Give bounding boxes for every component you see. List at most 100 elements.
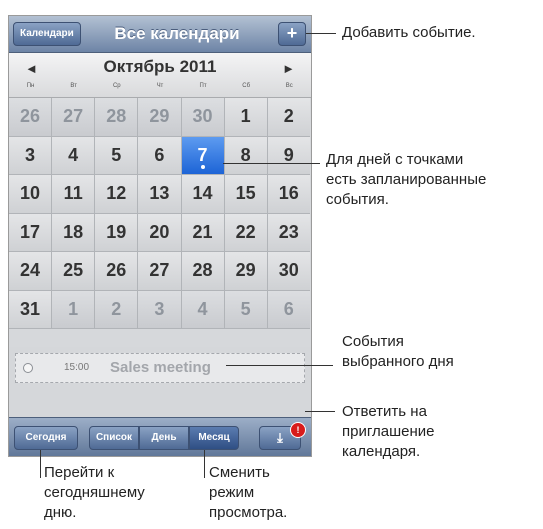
calendar-day-number: 18 — [63, 221, 84, 242]
calendar-day[interactable]: 31 — [9, 290, 53, 329]
calendar-day[interactable]: 28 — [95, 98, 139, 137]
calendar-day[interactable]: 2 — [95, 290, 139, 329]
calendar-day[interactable]: 28 — [181, 252, 225, 291]
callout-add-event: Добавить событие. — [342, 23, 476, 43]
day-view-button[interactable]: День — [139, 426, 189, 450]
calendar-day[interactable]: 18 — [52, 213, 96, 252]
calendar-day-number: 3 — [154, 298, 165, 319]
calendar-week-row: 17 18 19 20 21 22 23 — [9, 213, 311, 252]
event-row[interactable]: 15:00 Sales meeting — [15, 353, 305, 383]
next-month-arrow-icon[interactable]: ► — [282, 61, 295, 76]
calendar-day-number: 22 — [235, 221, 256, 242]
callout-line-day-events — [226, 365, 333, 366]
calendar-day[interactable]: 3 — [138, 290, 182, 329]
calendar-day[interactable]: 26 — [9, 98, 53, 137]
events-list: 15:00 Sales meeting — [9, 347, 311, 417]
calendar-day-number: 5 — [111, 144, 122, 165]
calendars-button[interactable]: Календари — [13, 22, 81, 46]
calendar-day[interactable]: 29 — [224, 252, 268, 291]
calendar-day[interactable]: 13 — [138, 175, 182, 214]
today-button[interactable]: Сегодня — [14, 426, 78, 450]
month-view-button[interactable]: Месяц — [189, 426, 239, 450]
weekday-label: Чт — [156, 83, 164, 89]
callout-view: Сменить режим просмотра. — [209, 463, 287, 523]
calendar-day[interactable]: 19 — [95, 213, 139, 252]
calendar-day[interactable]: 30 — [181, 98, 225, 137]
calendar-day[interactable]: 23 — [267, 213, 310, 252]
callout-day-events-line-1: События — [342, 333, 404, 350]
month-title: Октябрь 2011 — [103, 57, 217, 76]
callout-dots: Для дней с точками есть запланированные … — [326, 150, 486, 210]
calendar-week-row: 3 4 5 6 7 8 9 — [9, 136, 311, 175]
weekday-label: Вт — [70, 83, 77, 89]
weekday-label: Пт — [199, 83, 207, 89]
list-view-button[interactable]: Список — [89, 426, 139, 450]
calendar-day[interactable]: 1 — [52, 290, 96, 329]
calendar-day[interactable]: 12 — [95, 175, 139, 214]
calendar-day[interactable]: 27 — [138, 252, 182, 291]
calendar-day[interactable]: 30 — [267, 252, 310, 291]
callout-invite-line-2: приглашение — [342, 423, 435, 440]
callout-today-line-2: сегодняшнему — [44, 484, 145, 501]
calendar-day[interactable]: 11 — [52, 175, 96, 214]
callout-today-line-3: дню. — [44, 504, 77, 521]
callout-day-events: События выбранного дня — [342, 332, 454, 372]
calendar-day-number: 27 — [63, 106, 84, 126]
calendar-day-number: 19 — [106, 221, 127, 242]
calendar-day-number: 4 — [68, 144, 79, 165]
calendar-day-number: 11 — [63, 183, 83, 203]
calendar-day[interactable]: 15 — [224, 175, 268, 214]
callout-today: Перейти к сегодняшнему дню. — [44, 463, 145, 523]
callout-line-view — [204, 450, 205, 478]
previous-month-arrow-icon[interactable]: ◄ — [25, 61, 38, 76]
month-grid: 26 27 28 29 30 1 2 3 4 5 6 7 8 9 10 11 12 13 14 15 16 17 18 19 2… — [9, 98, 311, 329]
calendar-day[interactable]: 4 — [52, 136, 96, 175]
weekday-label: Вс — [285, 83, 293, 89]
calendar-day[interactable]: 3 — [9, 136, 53, 175]
calendar-day-number: 10 — [20, 183, 41, 203]
calendar-day-number: 2 — [111, 298, 122, 319]
calendar-day[interactable]: 24 — [9, 252, 53, 291]
calendar-day[interactable]: 5 — [95, 136, 139, 175]
calendar-day-number: 21 — [192, 221, 213, 242]
calendar-day-number: 27 — [149, 260, 170, 280]
weekday-label: Сб — [242, 83, 251, 89]
calendar-day-number: 30 — [192, 106, 213, 126]
calendar-day[interactable]: 17 — [9, 213, 53, 252]
weekday-labels: Пн Вт Ср Чт Пт Сб Вс — [9, 83, 311, 95]
calendar-day[interactable]: 2 — [267, 98, 310, 137]
calendar-day-number: 5 — [240, 298, 251, 319]
calendar-day[interactable]: 10 — [9, 175, 53, 214]
calendar-day[interactable]: 5 — [224, 290, 268, 329]
calendar-day[interactable]: 9 — [267, 136, 310, 175]
calendar-day[interactable]: 26 — [95, 252, 139, 291]
callout-invite-line-3: календаря. — [342, 443, 421, 460]
calendar-day[interactable]: 22 — [224, 213, 268, 252]
callout-line-today — [40, 450, 41, 478]
calendar-day[interactable]: 25 — [52, 252, 96, 291]
calendar-day-number: 28 — [192, 260, 213, 280]
calendar-day[interactable]: 14 — [181, 175, 225, 214]
calendar-day[interactable]: 8 — [224, 136, 268, 175]
calendar-day-number: 12 — [106, 183, 127, 203]
calendar-day[interactable]: 6 — [267, 290, 310, 329]
calendar-day-number: 16 — [278, 183, 299, 203]
calendar-day[interactable]: 6 — [138, 136, 182, 175]
calendar-day[interactable]: 1 — [224, 98, 268, 137]
calendar-day-selected[interactable]: 7 — [181, 136, 225, 175]
calendar-day-number: 24 — [20, 260, 41, 280]
calendar-day-number: 15 — [235, 183, 256, 203]
calendar-day[interactable]: 16 — [267, 175, 310, 214]
calendar-day-number: 13 — [149, 183, 170, 203]
calendar-day-number: 9 — [283, 144, 294, 165]
calendar-day[interactable]: 29 — [138, 98, 182, 137]
calendar-day-number: 7 — [197, 144, 208, 165]
calendar-day[interactable]: 20 — [138, 213, 182, 252]
calendar-day[interactable]: 27 — [52, 98, 96, 137]
calendar-day-number: 26 — [106, 260, 127, 280]
add-event-button[interactable]: + — [278, 22, 306, 46]
callout-view-line-1: Сменить — [209, 464, 270, 481]
calendar-day[interactable]: 21 — [181, 213, 225, 252]
calendar-day-number: 3 — [25, 144, 36, 165]
calendar-day[interactable]: 4 — [181, 290, 225, 329]
